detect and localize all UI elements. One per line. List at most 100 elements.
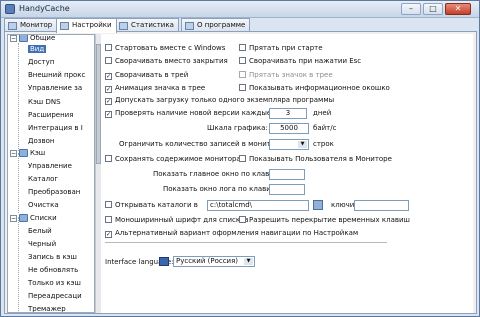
mono-font-checkbox[interactable]: Моноширинный шрифт для списков — [105, 216, 248, 225]
limit-records-select[interactable]: ▼ — [269, 139, 309, 150]
checkbox-label: Открывать каталоги в — [115, 201, 198, 209]
tree-item-extensions[interactable]: Расширения — [28, 110, 73, 121]
tab-monitor[interactable]: Монитор — [4, 18, 58, 32]
open-catalogs-checkbox[interactable]: Открывать каталоги в — [105, 201, 198, 210]
tree-item-transform[interactable]: Преобразован — [28, 187, 80, 198]
show-user-checkbox[interactable]: Показывать Пользователя в Мониторе — [239, 155, 392, 164]
days-input[interactable]: 3 — [269, 108, 307, 119]
tree-item-black[interactable]: Черный — [28, 239, 56, 250]
checkbox-box[interactable] — [105, 201, 112, 208]
checkbox-box[interactable] — [239, 84, 246, 91]
title-bar: HandyCache – □ ✕ — [1, 1, 479, 18]
allow-overlap-checkbox[interactable]: Разрешить перекрытие временных клавиш — [239, 216, 410, 225]
tree-item-label: Вид — [28, 45, 47, 53]
tree-line — [18, 153, 19, 213]
tree-item-management[interactable]: Управление за — [28, 83, 82, 94]
collapse-icon[interactable]: − — [10, 35, 17, 42]
tree-item-label: Каталог — [28, 175, 59, 183]
tab-statistics[interactable]: Статистика — [115, 18, 179, 32]
tree-item-redirect[interactable]: Переадресаци — [28, 291, 82, 302]
days-unit-label: дней — [313, 109, 332, 117]
tree-item-cache-only[interactable]: Только из кэш — [28, 278, 81, 289]
minimize-on-esc-checkbox[interactable]: Сворачивать при нажатии Esc — [239, 57, 361, 66]
checkbox-box[interactable] — [239, 216, 246, 223]
tree-item-access[interactable]: Доступ — [28, 57, 54, 68]
tree-item-view[interactable]: Вид — [28, 44, 47, 55]
tree-item-catalog[interactable]: Каталог — [28, 174, 58, 185]
graph-scale-input[interactable]: 5000 — [269, 123, 309, 134]
tree-item-cleanup[interactable]: Очистка — [28, 200, 59, 211]
tab-label: Настройки — [72, 21, 112, 29]
tree-item-label: Расширения — [28, 111, 74, 119]
checkbox-label: Сворачивать при нажатии Esc — [249, 57, 362, 65]
minimize-button[interactable]: – — [401, 3, 421, 15]
tree-item-label: Переадресаци — [28, 292, 82, 300]
start-with-windows-checkbox[interactable]: Стартовать вместе с Windows — [105, 44, 225, 53]
check-new-version-checkbox[interactable]: ✓ Проверять наличие новой версии каждые — [105, 109, 271, 118]
tree-item-label: Доступ — [28, 58, 55, 66]
checkbox-box[interactable]: ✓ — [105, 86, 112, 93]
chevron-down-icon[interactable]: ▼ — [298, 141, 307, 148]
checkbox-box[interactable] — [239, 155, 246, 162]
folder-icon — [19, 35, 28, 42]
checkbox-box[interactable] — [105, 216, 112, 223]
log-window-hotkey-label: Показать окно лога по клавише: — [163, 185, 284, 193]
tree-item-cache-management[interactable]: Управление — [28, 161, 72, 172]
main-window-hotkey-input[interactable] — [269, 169, 305, 180]
checkbox-box[interactable] — [105, 155, 112, 162]
tab-settings[interactable]: Настройки — [56, 18, 117, 33]
tree-item-external-proxy[interactable]: Внешний прокс — [28, 70, 85, 81]
hide-tray-icon-checkbox[interactable]: Прятать значок в трее — [239, 71, 333, 80]
collapse-icon[interactable]: − — [10, 214, 17, 222]
single-instance-checkbox[interactable]: ✓ Допускать загрузку только одного экземп… — [105, 96, 334, 105]
checkbox-box[interactable] — [105, 44, 112, 51]
checkbox-label: Сворачивать вместо закрытия — [115, 57, 228, 65]
maximize-button[interactable]: □ — [423, 3, 443, 15]
settings-content: Стартовать вместе с Windows Прятать при … — [101, 34, 473, 313]
alt-nav-checkbox[interactable]: ✓ Альтернативный вариант оформления навиг… — [105, 229, 358, 238]
tree-item-label: Преобразован — [28, 188, 81, 196]
checkbox-box[interactable] — [105, 57, 112, 64]
catalog-path-input[interactable]: c:\totalcmd\ — [207, 200, 309, 211]
tab-label: Статистика — [131, 21, 174, 29]
show-info-window-checkbox[interactable]: Показывать информационное окошко — [239, 84, 390, 93]
checkbox-box[interactable]: ✓ — [105, 111, 112, 118]
tree-group-general[interactable]: − Общие — [10, 35, 55, 44]
keys-input[interactable] — [354, 200, 409, 211]
checkbox-box[interactable] — [239, 57, 246, 64]
tree-item-tremazher[interactable]: Тремажер — [28, 304, 66, 312]
tree-item-dialup[interactable]: Дозвон — [28, 136, 54, 147]
tree-group-cache[interactable]: − Кэш — [10, 148, 45, 159]
hide-on-start-checkbox[interactable]: Прятать при старте — [239, 44, 323, 53]
checkbox-label: Допускать загрузку только одного экземпл… — [115, 96, 335, 104]
chevron-down-icon[interactable]: ▼ — [244, 258, 253, 265]
tree-group-label: Списки — [30, 214, 57, 222]
language-select[interactable]: Русский (Россия) ▼ — [173, 256, 255, 267]
tab-strip: Монитор Настройки Статистика О программе — [4, 18, 478, 33]
collapse-icon[interactable]: − — [10, 149, 17, 157]
checkbox-box[interactable]: ✓ — [105, 98, 112, 105]
minimize-to-tray-checkbox[interactable]: ✓ Сворачивать в трей — [105, 71, 188, 80]
tree-item-integration[interactable]: Интеграция в I — [28, 123, 83, 134]
checkbox-box[interactable]: ✓ — [105, 73, 112, 80]
close-button[interactable]: ✕ — [445, 3, 471, 15]
save-monitor-checkbox[interactable]: Сохранять содержимое монитора — [105, 155, 241, 164]
log-window-hotkey-input[interactable] — [269, 184, 305, 195]
monitor-icon — [8, 22, 17, 30]
keys-label: ключи: — [331, 201, 357, 209]
checkbox-box[interactable] — [239, 71, 246, 78]
folder-browse-icon[interactable] — [313, 200, 323, 210]
tree-item-write-cache[interactable]: Запись в кэш — [28, 252, 77, 263]
checkbox-box[interactable]: ✓ — [105, 231, 112, 238]
tree-item-white[interactable]: Белый — [28, 226, 52, 237]
minimize-on-close-checkbox[interactable]: Сворачивать вместо закрытия — [105, 57, 228, 66]
tree-item-no-update[interactable]: Не обновлять — [28, 265, 78, 276]
settings-tree: − Общие Вид Доступ Внешний прокс Управлен… — [7, 34, 95, 313]
tree-item-dns-cache[interactable]: Кэш DNS — [28, 97, 61, 108]
tab-about[interactable]: О программе — [181, 18, 251, 32]
tray-animation-checkbox[interactable]: ✓ Анимация значка в трее — [105, 84, 205, 93]
checkbox-box[interactable] — [239, 44, 246, 51]
tree-group-lists[interactable]: − Списки — [10, 213, 57, 224]
tree-line — [18, 43, 19, 151]
main-window-hotkey-label: Показать главное окно по клавише: — [153, 170, 287, 178]
